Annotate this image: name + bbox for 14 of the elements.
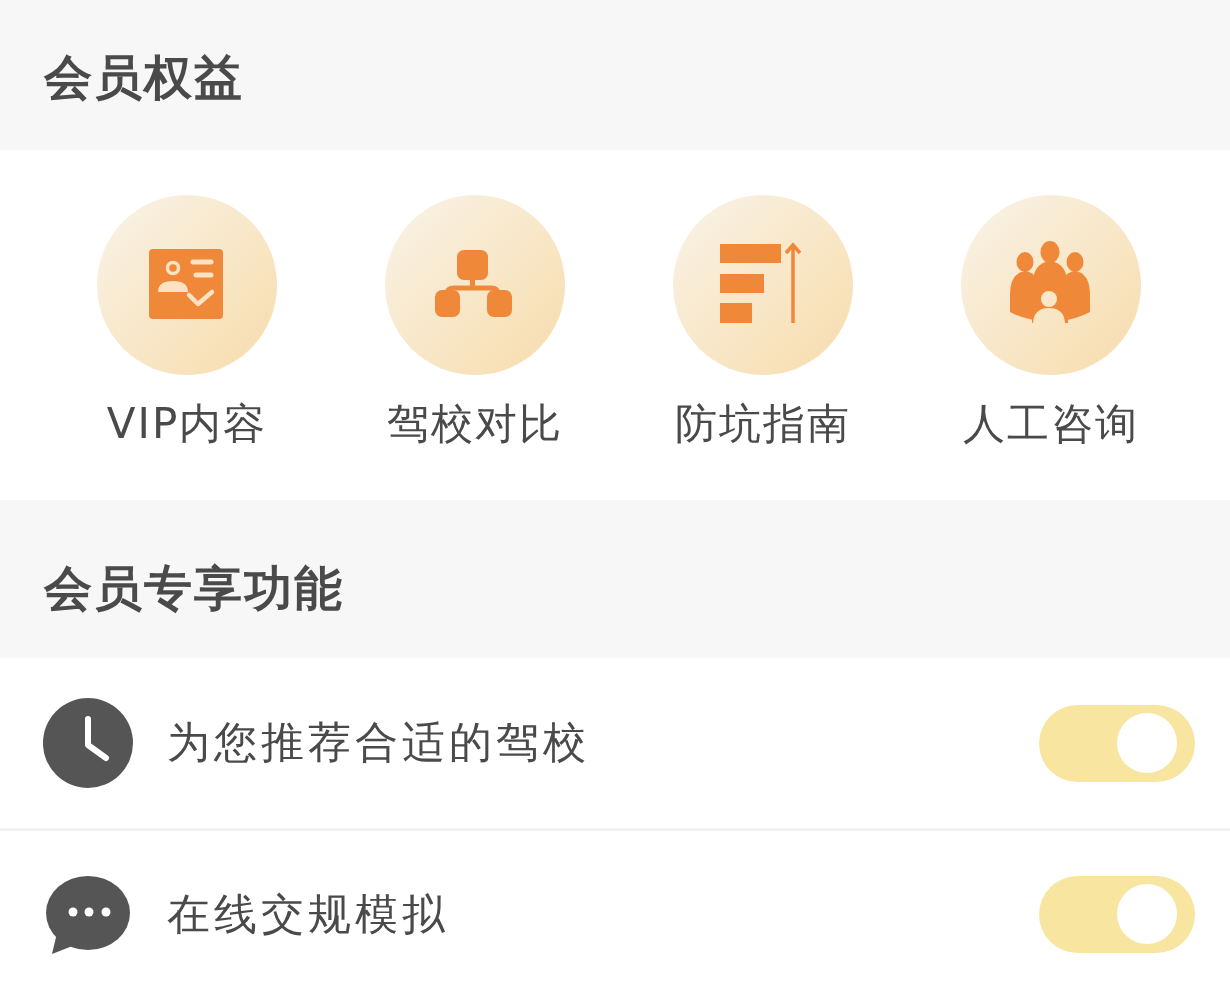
benefit-button[interactable]: VIP内容: [97, 195, 277, 450]
benefit-button[interactable]: 防坑指南: [673, 195, 853, 450]
id-card-check-icon: [97, 195, 277, 375]
chat-bubble-icon: [45, 874, 131, 955]
feature-label: 为您推荐合适的驾校: [167, 717, 590, 769]
hierarchy-icon: [385, 195, 565, 375]
feature-label: 在线交规模拟: [167, 888, 449, 941]
ranking-bars-icon: [673, 195, 853, 375]
section-title: 会员专享功能: [44, 560, 344, 618]
benefit-button[interactable]: 驾校对比: [385, 195, 565, 450]
section-title: 会员权益: [44, 49, 244, 107]
clock-icon: [43, 698, 133, 788]
group-icon: [961, 195, 1141, 375]
benefit-button[interactable]: 人工咨询: [961, 195, 1141, 450]
